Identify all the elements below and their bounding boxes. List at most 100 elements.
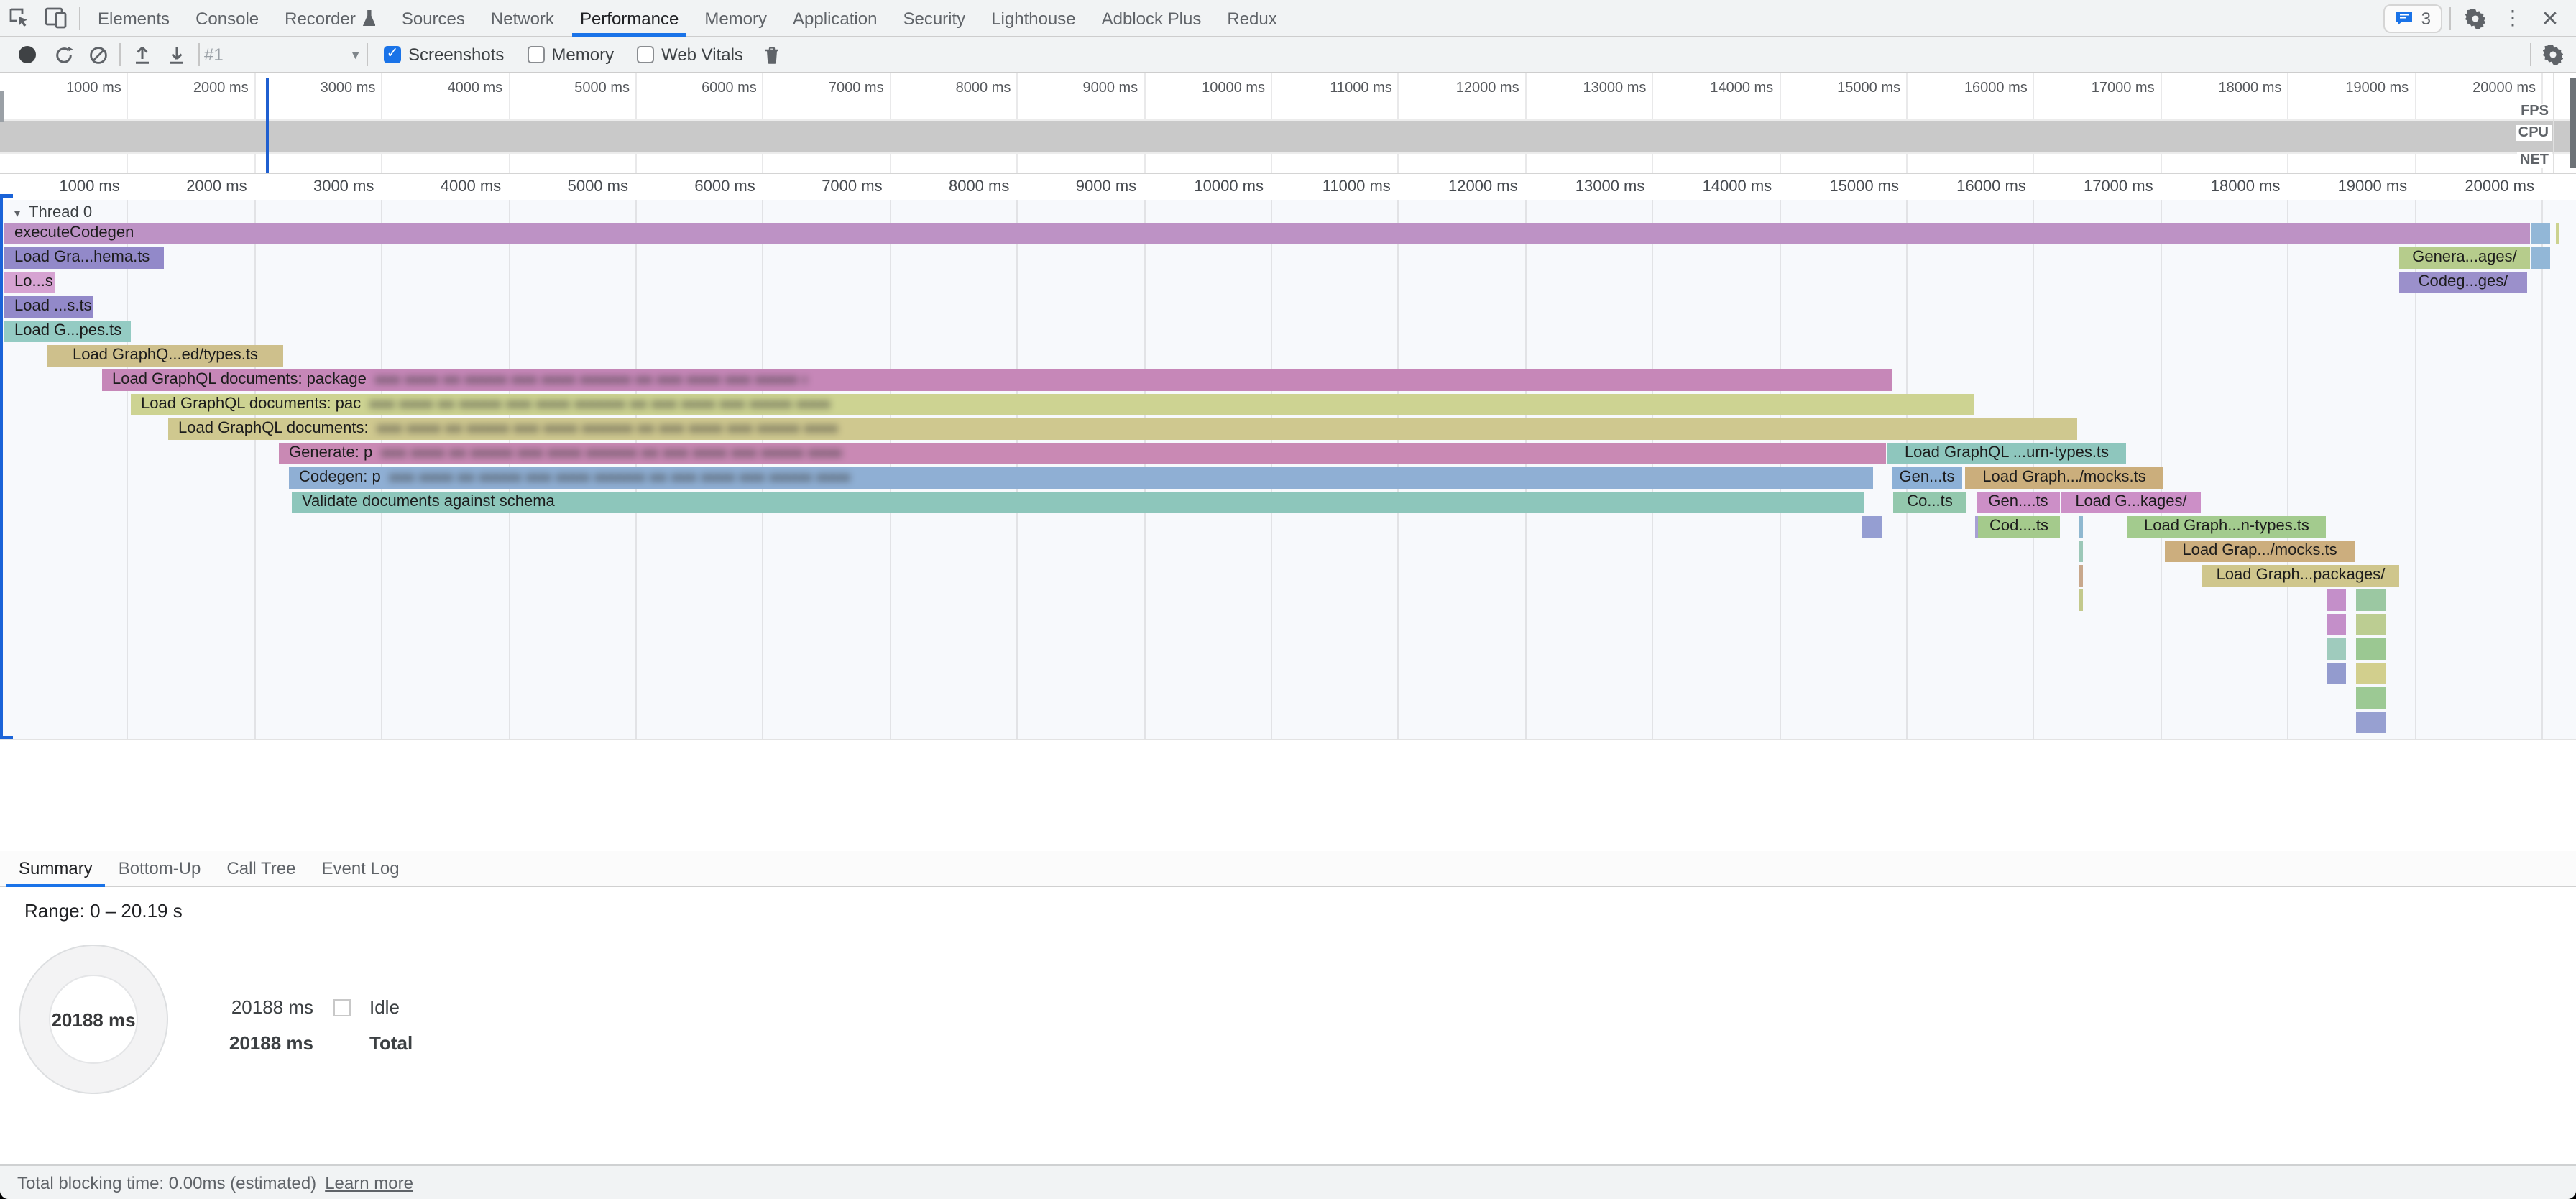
tab-recorder[interactable]: Recorder: [272, 1, 389, 35]
flame-bar-load-graphql-documents-package[interactable]: Load GraphQL documents: package■■■ ■■■■ …: [102, 369, 1892, 391]
flame-bar[interactable]: [2327, 638, 2346, 660]
flame-bar[interactable]: [2356, 589, 2386, 611]
tab-elements[interactable]: Elements: [85, 1, 183, 35]
fps-lane-label: FPS: [2518, 104, 2552, 119]
flame-bar[interactable]: [2356, 712, 2386, 733]
flame-bar[interactable]: [2327, 589, 2346, 611]
learn-more-link[interactable]: Learn more: [325, 1172, 413, 1193]
flame-bar-load-graphql-urn-types-ts[interactable]: Load GraphQL ...urn-types.ts: [1887, 443, 2126, 464]
flame-bar-executecodegen[interactable]: executeCodegen: [4, 223, 2530, 244]
tab-summary[interactable]: Summary: [6, 851, 106, 886]
tab-sources[interactable]: Sources: [389, 1, 478, 35]
reload-and-record-icon[interactable]: [46, 37, 80, 72]
garbage-collect-icon[interactable]: [755, 37, 789, 72]
flame-bar[interactable]: [2079, 516, 2083, 538]
tab-adblock-plus[interactable]: Adblock Plus: [1089, 1, 1215, 35]
flame-bar-codegen-p[interactable]: Codegen: p■■■ ■■■■ ■■ ■■■■■ ■■■ ■■■■ ■■■…: [289, 467, 1873, 489]
thread-header[interactable]: ▾ Thread 0: [14, 204, 92, 221]
tab-redux[interactable]: Redux: [1214, 1, 1289, 35]
flame-bar-load-graph-mocks-ts[interactable]: Load Graph.../mocks.ts: [1965, 467, 2163, 489]
collapse-triangle-icon[interactable]: ▾: [14, 206, 20, 219]
timeline-overview[interactable]: 1000 ms2000 ms3000 ms4000 ms5000 ms6000 …: [0, 73, 2576, 174]
flame-bar-gen-ts[interactable]: Gen....ts: [1977, 492, 2060, 513]
flame-bar-load-graphq-ed-types-ts[interactable]: Load GraphQ...ed/types.ts: [47, 345, 283, 367]
checkbox-unchecked-icon[interactable]: [637, 46, 654, 63]
save-profile-icon[interactable]: [160, 37, 194, 72]
flame-bar[interactable]: [2079, 565, 2083, 587]
checkbox-checked-icon[interactable]: ✓: [384, 46, 401, 63]
flame-bar[interactable]: [2356, 663, 2386, 684]
flame-chart[interactable]: ▾ Thread 0 executeCodegen Load Gra...hema…: [0, 200, 2576, 740]
flame-bar-label: Load Graph.../mocks.ts: [1982, 469, 2145, 486]
chat-bubble-icon: [2396, 10, 2414, 26]
flame-bar[interactable]: [1862, 516, 1882, 538]
checkbox-screenshots[interactable]: ✓Screenshots: [384, 45, 504, 65]
flame-bar-label: Load GraphQL documents:: [178, 420, 369, 437]
legend-row: 20188 msIdle: [187, 989, 413, 1025]
tab-application[interactable]: Application: [780, 1, 890, 35]
record-button[interactable]: [19, 46, 36, 63]
tab-call-tree[interactable]: Call Tree: [213, 851, 308, 886]
checkbox-memory[interactable]: Memory: [527, 45, 614, 65]
tab-network[interactable]: Network: [478, 1, 567, 35]
flame-bar-load-g-kages[interactable]: Load G...kages/: [2061, 492, 2201, 513]
tab-console[interactable]: Console: [183, 1, 272, 35]
flame-bar[interactable]: [2531, 247, 2550, 269]
inspect-element-icon[interactable]: [0, 1, 37, 35]
flame-bar-label: Codegen: p: [299, 469, 381, 486]
ruler-tick-label: 6000 ms: [694, 178, 762, 196]
flame-bar[interactable]: [2079, 589, 2083, 611]
flame-bar[interactable]: [2356, 687, 2386, 709]
flame-bar-load-gra-hema-ts[interactable]: Load Gra...hema.ts: [4, 247, 164, 269]
flame-bar-load-graph-n-types-ts[interactable]: Load Graph...n-types.ts: [2128, 516, 2326, 538]
flame-bar-lo-s[interactable]: Lo...s: [4, 272, 55, 293]
flame-bar-generate-p[interactable]: Generate: p■■■ ■■■■ ■■ ■■■■■ ■■■ ■■■■ ■■…: [279, 443, 1886, 464]
more-options-kebab-icon[interactable]: ⋮: [2496, 1, 2530, 35]
history-dropdown[interactable]: #1 ▼: [204, 45, 362, 65]
flame-bar[interactable]: [2327, 614, 2346, 635]
tab-memory[interactable]: Memory: [691, 1, 780, 35]
overview-left-handle[interactable]: [0, 91, 4, 122]
device-toolbar-icon[interactable]: [37, 1, 75, 35]
tab-bottom-up[interactable]: Bottom-Up: [106, 851, 214, 886]
flame-bar[interactable]: [2556, 223, 2559, 244]
ruler-tick-label: 5000 ms: [568, 178, 635, 196]
flame-bar-load-s-ts[interactable]: Load ...s.ts: [4, 296, 93, 318]
settings-gear-icon[interactable]: [2458, 1, 2493, 35]
flame-bar-gen-ts[interactable]: Gen...ts: [1892, 467, 1962, 489]
capture-settings-gear-icon[interactable]: [2536, 37, 2570, 72]
flame-bar-genera-ages[interactable]: Genera...ages/: [2399, 247, 2530, 269]
tab-event-log[interactable]: Event Log: [308, 851, 412, 886]
flame-bar-load-grap-mocks-ts[interactable]: Load Grap.../mocks.ts: [2165, 541, 2355, 562]
flame-bar-load-g-pes-ts[interactable]: Load G...pes.ts: [4, 321, 131, 342]
ruler-tick-label: 9000 ms: [1076, 178, 1144, 196]
tab-performance[interactable]: Performance: [567, 1, 691, 35]
flame-bar[interactable]: [2327, 663, 2346, 684]
flame-bar-cod-ts[interactable]: Cod....ts: [1978, 516, 2060, 538]
issues-badge[interactable]: 3: [2384, 4, 2442, 32]
issues-count: 3: [2421, 8, 2431, 28]
overview-right-handle[interactable]: [2570, 78, 2575, 168]
close-devtools-icon[interactable]: ✕: [2533, 1, 2567, 35]
clear-recording-icon[interactable]: [80, 37, 115, 72]
redacted-text: ■■■ ■■■■ ■■ ■■■■■ ■■■ ■■■■ ■■■■■■ ■■ ■■■…: [377, 418, 873, 440]
flame-bar-load-graphql-documents-pac[interactable]: Load GraphQL documents: pac■■■ ■■■■ ■■ ■…: [131, 394, 1974, 415]
checkbox-unchecked-icon[interactable]: [527, 46, 544, 63]
tab-security[interactable]: Security: [890, 1, 978, 35]
ruler-tick-label: 8000 ms: [949, 178, 1016, 196]
lane-divider: [0, 152, 2576, 154]
flame-bar-label: Load GraphQ...ed/types.ts: [73, 346, 258, 364]
flame-bar-co-ts[interactable]: Co...ts: [1893, 492, 1966, 513]
flame-bar-label: Load G...kages/: [2075, 493, 2186, 510]
flame-bar[interactable]: [2531, 223, 2550, 244]
flame-bar-load-graphql-documents[interactable]: Load GraphQL documents: ■■■ ■■■■ ■■ ■■■■■…: [168, 418, 2077, 440]
flame-bar-validate-documents-against-schema[interactable]: Validate documents against schema: [292, 492, 1864, 513]
flame-bar-codeg-ges[interactable]: Codeg...ges/: [2399, 272, 2527, 293]
tab-lighthouse[interactable]: Lighthouse: [978, 1, 1088, 35]
checkbox-web-vitals[interactable]: Web Vitals: [637, 45, 743, 65]
flame-bar[interactable]: [2079, 541, 2083, 562]
load-profile-icon[interactable]: [125, 37, 160, 72]
flame-bar[interactable]: [2356, 614, 2386, 635]
flame-bar-load-graph-packages[interactable]: Load Graph...packages/: [2202, 565, 2399, 587]
flame-bar[interactable]: [2356, 638, 2386, 660]
